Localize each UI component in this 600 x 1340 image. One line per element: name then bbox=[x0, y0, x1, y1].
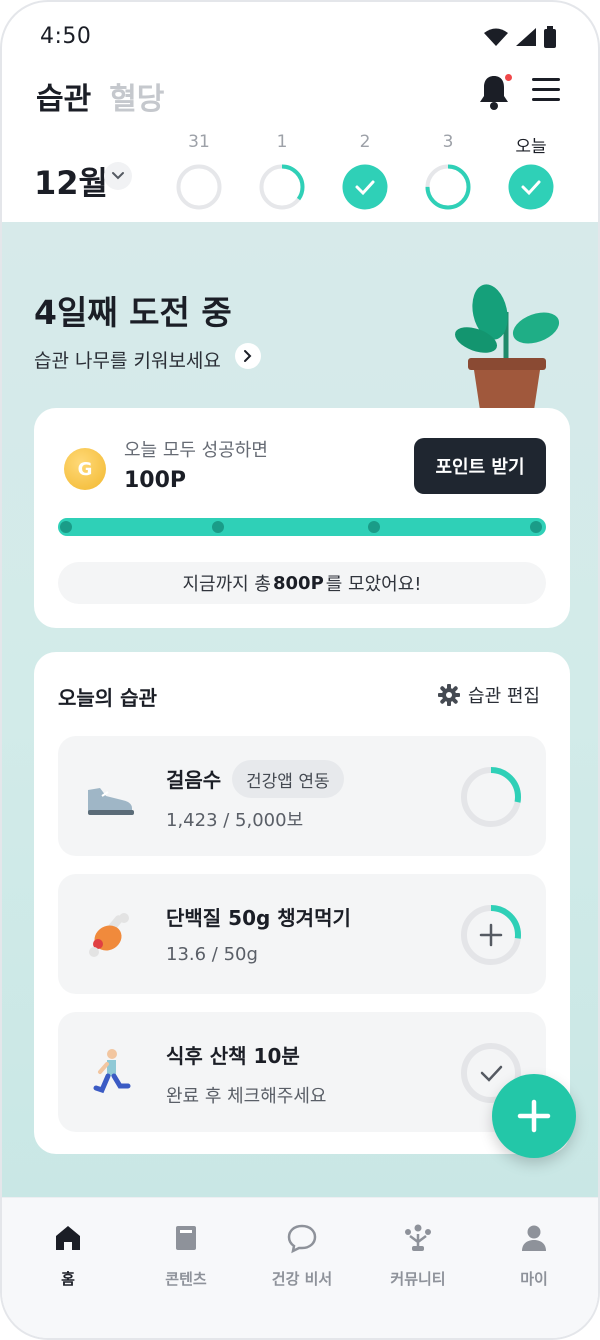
nav-label: 홈 bbox=[61, 1270, 75, 1288]
menu-icon-line bbox=[532, 98, 560, 101]
nav-label: 건강 비서 bbox=[271, 1270, 333, 1288]
home-icon bbox=[56, 1226, 80, 1250]
get-points-button[interactable]: 포인트 받기 bbox=[414, 438, 546, 494]
nav-label: 커뮤니티 bbox=[390, 1270, 446, 1288]
month-dropdown-button[interactable] bbox=[104, 162, 132, 190]
habit-name: 단백질 50g 챙겨먹기 bbox=[166, 906, 351, 930]
header: 습관 혈당 12월 31 1 2 3 오늘 bbox=[2, 66, 598, 226]
day-label: 1 bbox=[276, 132, 288, 152]
day-complete-circle bbox=[342, 164, 388, 210]
plus-icon bbox=[517, 1099, 551, 1133]
meat-icon bbox=[89, 913, 129, 957]
app-screen: 4:50 습관 혈당 12월 31 1 2 3 오늘 4일째 도전 중 습관 나… bbox=[0, 0, 600, 1340]
chat-bubble-icon bbox=[287, 1224, 317, 1254]
sneaker-icon bbox=[88, 788, 134, 815]
habits-title: 오늘의 습관 bbox=[58, 686, 157, 710]
day-progress-ring bbox=[425, 164, 471, 210]
nav-health-assistant[interactable]: 건강 비서 bbox=[252, 1222, 352, 1289]
chevron-down-icon bbox=[112, 172, 124, 180]
chevron-right-icon bbox=[244, 350, 252, 362]
points-label: 오늘 모두 성공하면 bbox=[124, 440, 268, 461]
total-points-summary: 지금까지 총 800P 를 모았어요! bbox=[58, 562, 546, 604]
day-progress-ring bbox=[508, 164, 554, 210]
progress-node bbox=[530, 521, 542, 533]
day-progress-ring bbox=[259, 164, 305, 210]
menu-button[interactable] bbox=[532, 78, 560, 102]
day-label: 31 bbox=[188, 132, 210, 152]
progress-node bbox=[60, 521, 72, 533]
habit-detail: 13.6 / 50g bbox=[166, 944, 258, 965]
check-icon bbox=[480, 1065, 503, 1082]
tab-habit[interactable]: 습관 bbox=[36, 74, 91, 118]
bottom-navigation: 홈 콘텐츠 건강 비서 커뮤니티 마이 bbox=[2, 1197, 598, 1338]
habit-name: 식후 산책 10분 bbox=[166, 1044, 300, 1068]
signal-icon bbox=[516, 28, 536, 46]
total-suffix: 를 모았어요! bbox=[325, 574, 422, 595]
main-content: 4일째 도전 중 습관 나무를 키워보세요 G 오늘 모두 성공하면 100P … bbox=[2, 222, 598, 1197]
challenge-subtitle[interactable]: 습관 나무를 키워보세요 bbox=[34, 346, 221, 373]
coin-icon: G bbox=[64, 448, 106, 490]
gear-icon bbox=[438, 684, 461, 706]
notification-button[interactable] bbox=[478, 72, 512, 112]
notification-badge bbox=[505, 74, 512, 81]
day-item[interactable]: 31 bbox=[176, 132, 222, 214]
day-selector: 31 1 2 3 오늘 bbox=[176, 132, 556, 222]
wifi-icon bbox=[484, 28, 508, 46]
nav-contents[interactable]: 콘텐츠 bbox=[136, 1222, 236, 1289]
habit-item[interactable]: 식후 산책 10분 완료 후 체크해주세요 bbox=[58, 1012, 546, 1132]
top-tabs: 습관 혈당 bbox=[36, 74, 164, 118]
menu-icon bbox=[532, 78, 560, 81]
nav-community[interactable]: 커뮤니티 bbox=[368, 1222, 468, 1289]
habit-item[interactable]: 걸음수 건강앱 연동 1,423 / 5,000보 bbox=[58, 736, 546, 856]
habit-name: 걸음수 bbox=[166, 768, 222, 792]
points-value: 100P bbox=[124, 468, 187, 493]
add-habit-fab[interactable] bbox=[492, 1074, 576, 1158]
edit-habits-button[interactable]: 습관 편집 bbox=[438, 682, 540, 708]
habit-detail: 1,423 / 5,000보 bbox=[166, 810, 304, 831]
habit-progress-ring[interactable] bbox=[460, 766, 522, 828]
day-ring-track bbox=[176, 164, 222, 210]
progress-node bbox=[368, 521, 380, 533]
progress-node bbox=[212, 521, 224, 533]
nav-home[interactable]: 홈 bbox=[18, 1222, 118, 1289]
tab-blood-sugar[interactable]: 혈당 bbox=[109, 74, 164, 118]
challenge-link-button[interactable] bbox=[235, 343, 261, 369]
day-label: 오늘 bbox=[515, 137, 547, 157]
challenge-title: 4일째 도전 중 bbox=[34, 293, 232, 332]
battery-icon bbox=[544, 26, 556, 48]
status-bar: 4:50 bbox=[2, 2, 598, 66]
menu-icon-line bbox=[532, 88, 560, 91]
habit-item[interactable]: 단백질 50g 챙겨먹기 13.6 / 50g bbox=[58, 874, 546, 994]
month-label[interactable]: 12월 bbox=[34, 158, 108, 204]
edit-habits-label: 습관 편집 bbox=[468, 686, 540, 707]
total-prefix: 지금까지 총 bbox=[182, 574, 271, 595]
day-item[interactable]: 3 bbox=[425, 132, 471, 214]
book-icon bbox=[176, 1226, 196, 1250]
nav-my[interactable]: 마이 bbox=[484, 1222, 584, 1289]
plant-illustration bbox=[454, 284, 560, 410]
community-icon bbox=[405, 1224, 431, 1251]
day-complete-circle bbox=[508, 164, 554, 210]
status-time: 4:50 bbox=[40, 24, 92, 49]
day-label: 2 bbox=[359, 132, 371, 152]
total-points-value: 800P bbox=[273, 572, 324, 594]
day-label: 3 bbox=[442, 132, 454, 152]
habits-card: 오늘의 습관 습관 편집 걸음수 건강앱 연동 1,423 / 5,000보 단… bbox=[34, 652, 570, 1154]
habit-detail: 완료 후 체크해주세요 bbox=[166, 1086, 327, 1107]
status-icons bbox=[484, 26, 556, 48]
person-icon bbox=[522, 1225, 546, 1251]
add-intake-button[interactable] bbox=[460, 904, 522, 966]
walking-person-icon bbox=[93, 1049, 131, 1094]
day-item[interactable]: 2 bbox=[342, 132, 388, 214]
points-card: G 오늘 모두 성공하면 100P 포인트 받기 지금까지 총 800P 를 모… bbox=[34, 408, 570, 628]
nav-label: 마이 bbox=[520, 1270, 548, 1288]
day-item-today[interactable]: 오늘 bbox=[508, 132, 554, 214]
health-app-badge: 건강앱 연동 bbox=[232, 760, 344, 798]
day-item[interactable]: 1 bbox=[259, 132, 305, 214]
day-progress-ring bbox=[342, 164, 388, 210]
nav-label: 콘텐츠 bbox=[165, 1270, 207, 1288]
day-progress-ring bbox=[176, 164, 222, 210]
points-progress-bar bbox=[58, 518, 546, 536]
